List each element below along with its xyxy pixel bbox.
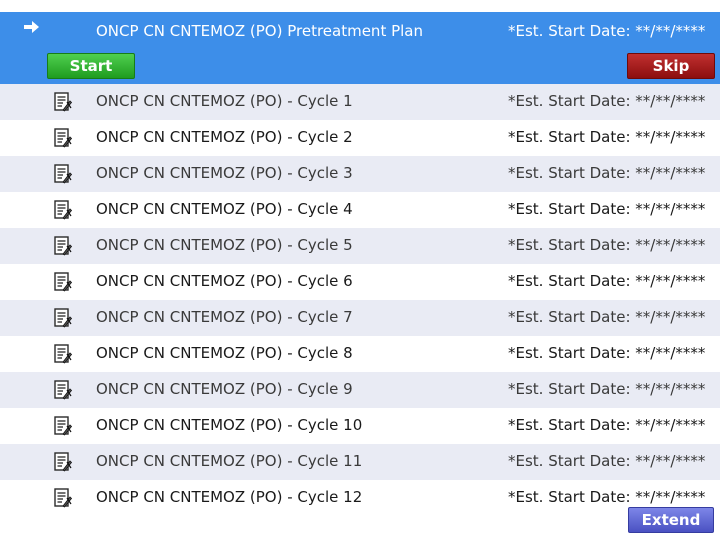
cycle-label: ONCP CN CNTEMOZ (PO) - Cycle 5 — [96, 236, 353, 254]
plan-title: ONCP CN CNTEMOZ (PO) Pretreatment Plan — [96, 22, 424, 40]
document-icon — [54, 92, 73, 112]
document-icon — [54, 344, 73, 364]
cycle-label: ONCP CN CNTEMOZ (PO) - Cycle 10 — [96, 416, 363, 434]
cycle-label: ONCP CN CNTEMOZ (PO) - Cycle 12 — [96, 488, 363, 506]
cycle-row[interactable]: ONCP CN CNTEMOZ (PO) - Cycle 12 *Est. Sta… — [0, 480, 720, 516]
skip-button[interactable]: Skip — [627, 53, 715, 79]
cycle-est-start-date: *Est. Start Date: **/**/**** — [508, 200, 706, 218]
plan-est-start-date: *Est. Start Date: **/**/**** — [508, 22, 706, 40]
treatment-plan-panel: ONCP CN CNTEMOZ (PO) Pretreatment Plan *… — [0, 0, 720, 533]
document-icon — [54, 380, 73, 400]
cycle-est-start-date: *Est. Start Date: **/**/**** — [508, 92, 706, 110]
document-icon — [54, 128, 73, 148]
cycle-row[interactable]: ONCP CN CNTEMOZ (PO) - Cycle 1 *Est. Star… — [0, 84, 720, 120]
document-icon — [54, 416, 73, 436]
arrow-right-icon — [24, 21, 39, 33]
cycle-est-start-date: *Est. Start Date: **/**/**** — [508, 452, 706, 470]
cycle-est-start-date: *Est. Start Date: **/**/**** — [508, 236, 706, 254]
cycle-row[interactable]: ONCP CN CNTEMOZ (PO) - Cycle 8 *Est. Star… — [0, 336, 720, 372]
document-icon — [54, 488, 73, 508]
cycle-row[interactable]: ONCP CN CNTEMOZ (PO) - Cycle 4 *Est. Star… — [0, 192, 720, 228]
extend-button[interactable]: Extend — [628, 507, 714, 533]
cycle-label: ONCP CN CNTEMOZ (PO) - Cycle 7 — [96, 308, 353, 326]
cycle-list: ONCP CN CNTEMOZ (PO) - Cycle 1 *Est. Star… — [0, 84, 720, 516]
cycle-est-start-date: *Est. Start Date: **/**/**** — [508, 344, 706, 362]
cycle-row[interactable]: ONCP CN CNTEMOZ (PO) - Cycle 10 *Est. Sta… — [0, 408, 720, 444]
cycle-label: ONCP CN CNTEMOZ (PO) - Cycle 11 — [96, 452, 363, 470]
cycle-est-start-date: *Est. Start Date: **/**/**** — [508, 380, 706, 398]
cycle-label: ONCP CN CNTEMOZ (PO) - Cycle 6 — [96, 272, 353, 290]
cycle-row[interactable]: ONCP CN CNTEMOZ (PO) - Cycle 3 *Est. Star… — [0, 156, 720, 192]
cycle-row[interactable]: ONCP CN CNTEMOZ (PO) - Cycle 5 *Est. Star… — [0, 228, 720, 264]
start-button[interactable]: Start — [47, 53, 135, 79]
document-icon — [54, 308, 73, 328]
pretreatment-plan-row[interactable]: ONCP CN CNTEMOZ (PO) Pretreatment Plan *… — [0, 12, 720, 92]
cycle-row[interactable]: ONCP CN CNTEMOZ (PO) - Cycle 11 *Est. Sta… — [0, 444, 720, 480]
cycle-est-start-date: *Est. Start Date: **/**/**** — [508, 272, 706, 290]
cycle-est-start-date: *Est. Start Date: **/**/**** — [508, 416, 706, 434]
document-icon — [54, 452, 73, 472]
document-icon — [54, 272, 73, 292]
cycle-row[interactable]: ONCP CN CNTEMOZ (PO) - Cycle 7 *Est. Star… — [0, 300, 720, 336]
cycle-label: ONCP CN CNTEMOZ (PO) - Cycle 1 — [96, 92, 353, 110]
cycle-label: ONCP CN CNTEMOZ (PO) - Cycle 4 — [96, 200, 353, 218]
document-icon — [54, 200, 73, 220]
document-icon — [54, 164, 73, 184]
document-icon — [54, 236, 73, 256]
cycle-est-start-date: *Est. Start Date: **/**/**** — [508, 164, 706, 182]
cycle-est-start-date: *Est. Start Date: **/**/**** — [508, 488, 706, 506]
cycle-row[interactable]: ONCP CN CNTEMOZ (PO) - Cycle 9 *Est. Star… — [0, 372, 720, 408]
cycle-row[interactable]: ONCP CN CNTEMOZ (PO) - Cycle 2 *Est. Star… — [0, 120, 720, 156]
cycle-label: ONCP CN CNTEMOZ (PO) - Cycle 9 — [96, 380, 353, 398]
cycle-label: ONCP CN CNTEMOZ (PO) - Cycle 8 — [96, 344, 353, 362]
cycle-est-start-date: *Est. Start Date: **/**/**** — [508, 308, 706, 326]
cycle-row[interactable]: ONCP CN CNTEMOZ (PO) - Cycle 6 *Est. Star… — [0, 264, 720, 300]
cycle-label: ONCP CN CNTEMOZ (PO) - Cycle 3 — [96, 164, 353, 182]
cycle-label: ONCP CN CNTEMOZ (PO) - Cycle 2 — [96, 128, 353, 146]
cycle-est-start-date: *Est. Start Date: **/**/**** — [508, 128, 706, 146]
